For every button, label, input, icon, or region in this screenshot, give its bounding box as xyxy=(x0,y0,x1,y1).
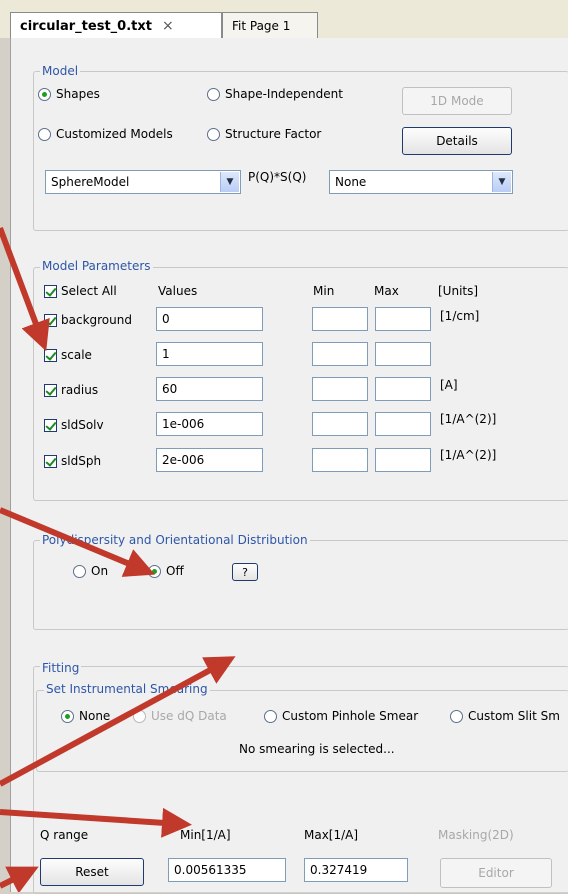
annotation-arrow xyxy=(0,866,39,892)
annotation-arrow xyxy=(0,656,236,787)
annotation-arrow xyxy=(0,226,50,352)
annotation-arrow xyxy=(0,507,156,577)
annotation-arrow xyxy=(0,807,192,838)
annotation-arrows xyxy=(0,226,236,892)
